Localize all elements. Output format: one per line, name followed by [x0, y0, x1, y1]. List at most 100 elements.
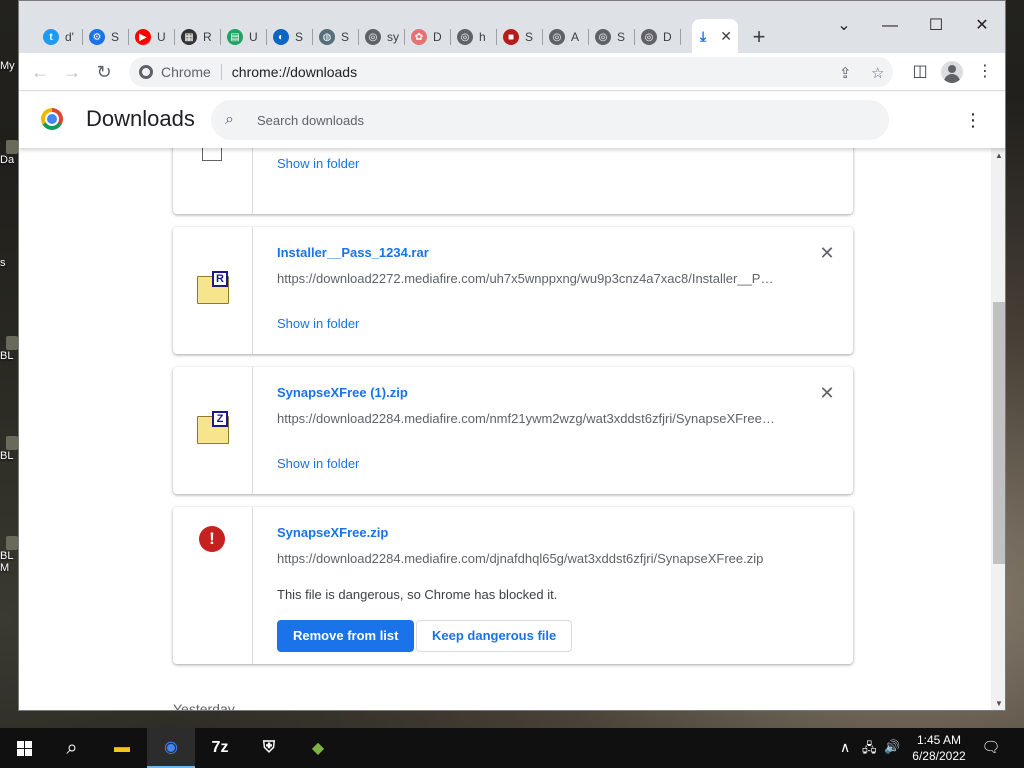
- address-bar[interactable]: Chrome chrome://downloads ⇪ ☆: [129, 57, 893, 87]
- browser-tab[interactable]: ▦ R: [175, 25, 219, 49]
- page-title: Downloads: [86, 106, 195, 131]
- shield-glyph: ⛨: [262, 739, 275, 756]
- chrome-taskbar-icon[interactable]: ◉: [147, 728, 195, 768]
- maximize-button[interactable]: ☐: [913, 11, 959, 41]
- start-button[interactable]: [0, 728, 48, 768]
- tab-search-button[interactable]: ⌄: [821, 11, 867, 41]
- shield-icon[interactable]: ⛨: [245, 728, 293, 768]
- show-in-folder-link[interactable]: Show in folder: [277, 316, 359, 331]
- search-box[interactable]: ⌕: [211, 100, 889, 140]
- forward-button[interactable]: →: [59, 59, 85, 85]
- scroll-thumb[interactable]: [993, 302, 1005, 564]
- close-tab-button[interactable]: ✕: [720, 28, 732, 45]
- file-name-link[interactable]: Installer__Pass_1234.rar: [277, 245, 429, 260]
- desktop-icon-label: BL: [0, 450, 14, 462]
- browser-tab[interactable]: ◐ S: [267, 25, 311, 49]
- reload-button[interactable]: ↻: [91, 59, 117, 85]
- network-icon[interactable]: 🖧: [862, 739, 877, 761]
- file-name-link[interactable]: SynapseXFree (1).zip: [277, 385, 408, 400]
- profile-avatar-button[interactable]: [941, 61, 963, 83]
- browser-tab[interactable]: ◎ D: [635, 25, 679, 49]
- tab-label: D: [663, 30, 672, 44]
- desktop-icon-label: Da: [0, 154, 15, 166]
- browser-tab[interactable]: ⚙ S: [83, 25, 127, 49]
- browser-tab[interactable]: ▶ U: [129, 25, 173, 49]
- more-actions-icon[interactable]: ⋮: [961, 108, 985, 132]
- desktop-app-icon: [6, 336, 18, 350]
- show-in-folder-link[interactable]: Show in folder: [277, 456, 359, 471]
- browser-tab[interactable]: ▤ U: [221, 25, 265, 49]
- browser-tab[interactable]: ✿ D: [405, 25, 449, 49]
- tab-downloads[interactable]: ⤓ ✕: [692, 19, 738, 53]
- remove-download-button[interactable]: ✕: [817, 383, 837, 403]
- browser-tab[interactable]: ◎ sy: [359, 25, 403, 49]
- desktop-icon[interactable]: s: [0, 257, 18, 269]
- globe-icon: ◎: [641, 29, 657, 45]
- 7zip-icon[interactable]: 7z: [196, 728, 244, 768]
- browser-tab[interactable]: ◎ h: [451, 25, 495, 49]
- danger-warning-text: This file is dangerous, so Chrome has bl…: [277, 587, 558, 602]
- remove-download-button[interactable]: ✕: [817, 243, 837, 263]
- remove-from-list-button[interactable]: Remove from list: [277, 620, 415, 652]
- bookmark-star-icon[interactable]: ☆: [871, 64, 884, 82]
- desktop-icon[interactable]: Da: [0, 140, 18, 166]
- chrome-menu-icon[interactable]: ⋮: [972, 59, 998, 85]
- archive-letter: Z: [212, 411, 228, 427]
- desktop-icon[interactable]: BL: [0, 336, 18, 362]
- search-icon: ⌕: [225, 111, 234, 128]
- tab-label: sy: [387, 30, 399, 44]
- minimize-button[interactable]: —: [867, 11, 913, 41]
- bluestacks-icon[interactable]: ◆: [294, 728, 342, 768]
- tab-label: S: [341, 30, 350, 44]
- browser-tab[interactable]: t d': [37, 25, 81, 49]
- browser-tab[interactable]: ◎ A: [543, 25, 587, 49]
- file-icon-column: !: [173, 507, 253, 664]
- desktop-icon[interactable]: My: [0, 60, 18, 72]
- pink-icon: ✿: [411, 29, 427, 45]
- file-url-link[interactable]: https://download2284.mediafire.com/djnaf…: [277, 551, 777, 566]
- share-icon[interactable]: ⇪: [839, 64, 852, 82]
- close-window-button[interactable]: ✕: [959, 11, 1005, 41]
- desktop-icon[interactable]: BL M: [0, 536, 18, 574]
- keep-dangerous-file-button[interactable]: Keep dangerous file: [416, 620, 573, 652]
- file-name-link[interactable]: SynapseXFree.zip: [277, 525, 388, 540]
- browser-tab[interactable]: ■ S: [497, 25, 541, 49]
- tab-label: S: [525, 30, 534, 44]
- site-info-chip[interactable]: Chrome: [139, 64, 222, 80]
- tab-label: U: [249, 30, 258, 44]
- file-explorer-icon[interactable]: ▬: [98, 728, 146, 768]
- desktop-icon-label: My: [0, 60, 15, 72]
- volume-icon[interactable]: 🔊: [884, 739, 900, 755]
- download-item-dangerous: ! SynapseXFree.zip https://download2284.…: [173, 507, 853, 664]
- taskbar-search-icon[interactable]: ⌕: [48, 728, 96, 768]
- desktop-icon-label: BL: [0, 550, 14, 562]
- notifications-icon[interactable]: 🗨: [980, 738, 1002, 758]
- gear-icon: ⚙: [89, 29, 105, 45]
- chrome-logo-icon: [41, 108, 63, 130]
- desktop-icon[interactable]: BL: [0, 436, 18, 462]
- browser-tab[interactable]: ◍ S: [313, 25, 357, 49]
- search-input[interactable]: [257, 112, 857, 128]
- taskbar-clock[interactable]: 1:45 AM 6/28/2022: [904, 732, 974, 764]
- tab-label: S: [111, 30, 120, 44]
- url-text[interactable]: chrome://downloads: [232, 64, 357, 80]
- back-button[interactable]: ←: [27, 59, 53, 85]
- tab-label: h: [479, 30, 486, 44]
- browser-tab[interactable]: ◎ S: [589, 25, 633, 49]
- tab-strip: t d' ⚙ S ▶ U ▦ R ▤ U ◐ S ◍ S ◎ sy ✿ D ◎ h ■ S ◎ A ◎ S ◎ D ⤓ ✕ + ⌄ —…: [19, 1, 1005, 53]
- show-in-folder-link[interactable]: Show in folder: [277, 156, 359, 171]
- tray-chevron-icon[interactable]: ∧: [840, 739, 850, 756]
- globe-icon: ◎: [457, 29, 473, 45]
- binary-icon: ▦: [181, 29, 197, 45]
- zip-archive-icon: Z: [197, 411, 229, 444]
- new-tab-button[interactable]: +: [746, 25, 772, 51]
- file-url-link[interactable]: https://download2284.mediafire.com/nmf21…: [277, 411, 777, 426]
- scroll-down-arrow[interactable]: ▼: [991, 696, 1005, 710]
- twitter-icon: t: [43, 29, 59, 45]
- rar-archive-icon: R: [197, 271, 229, 304]
- scroll-up-arrow[interactable]: ▲: [991, 148, 1005, 164]
- vertical-scrollbar[interactable]: ▲ ▼: [991, 148, 1005, 710]
- file-url-link[interactable]: https://download2272.mediafire.com/uh7x5…: [277, 271, 777, 286]
- download-item: R Installer__Pass_1234.rar https://downl…: [173, 227, 853, 354]
- side-panel-icon[interactable]: ◫: [907, 59, 933, 85]
